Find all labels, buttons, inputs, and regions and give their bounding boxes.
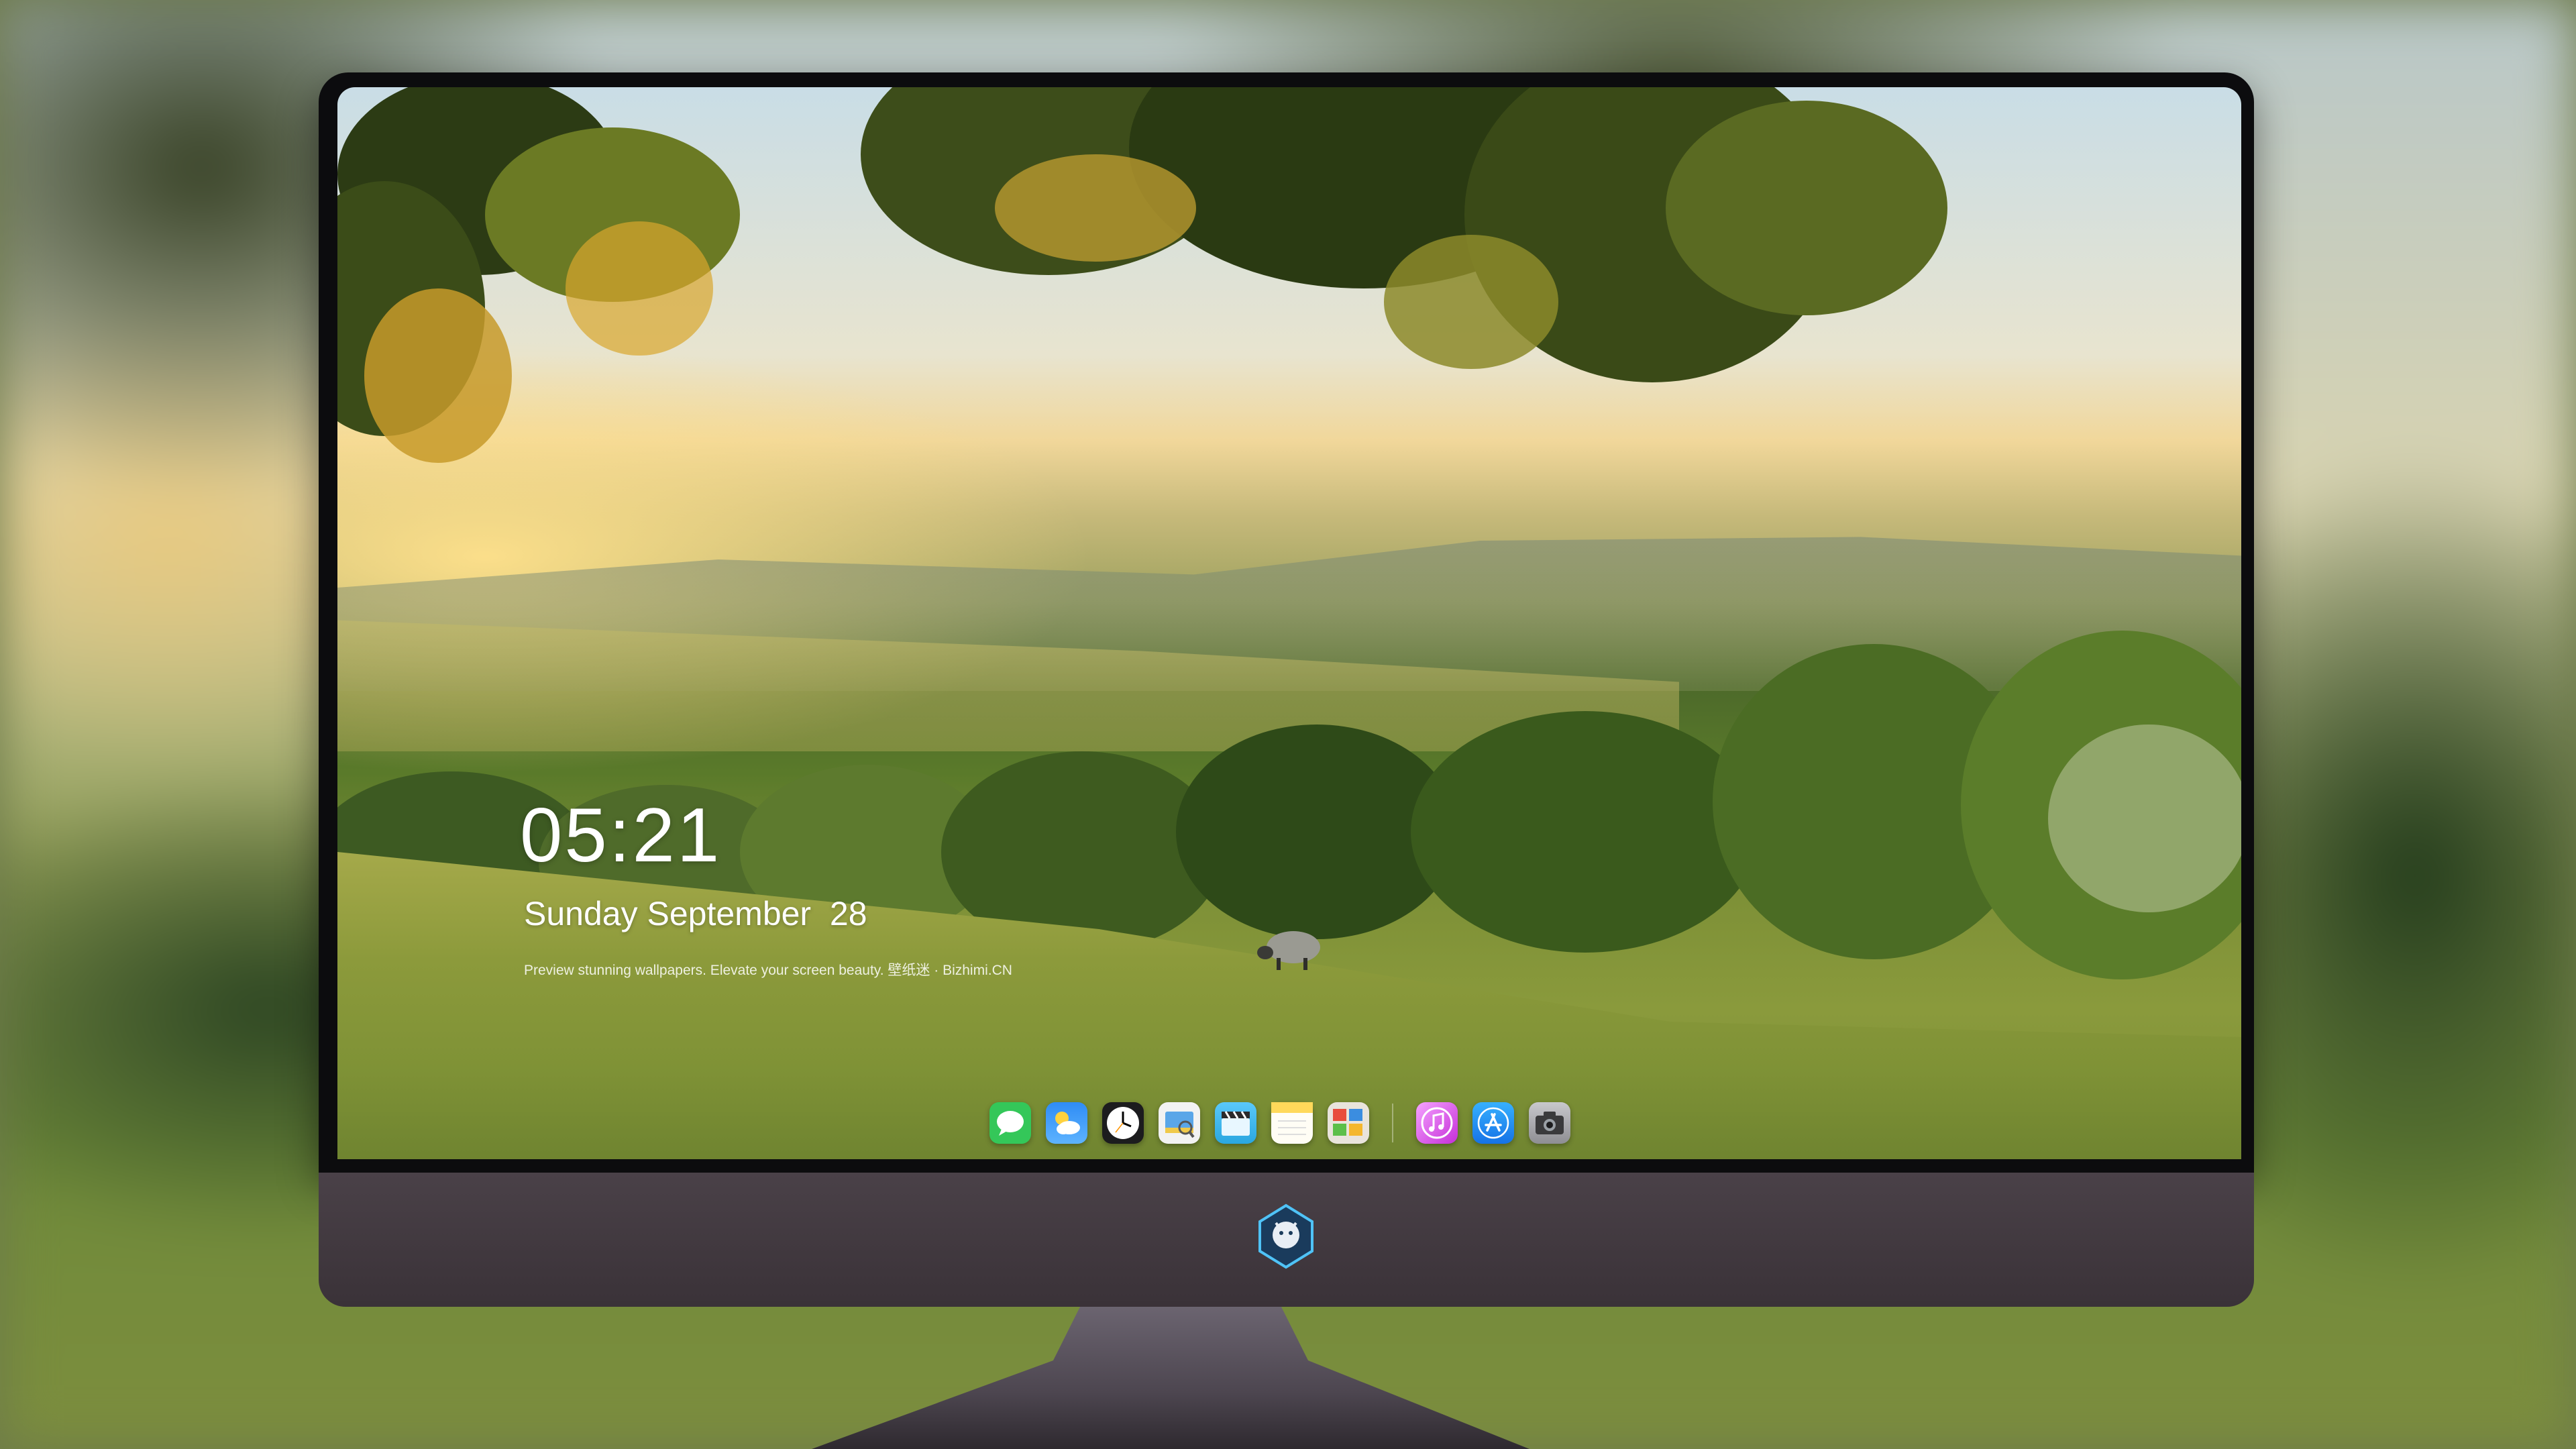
lock-date-day: 28 <box>829 895 867 932</box>
preview-icon[interactable] <box>1159 1102 1200 1144</box>
dock-separator <box>1392 1104 1393 1142</box>
clips-icon[interactable] <box>1215 1102 1256 1144</box>
monitor: 05:21 Sunday September 28 Preview stunni… <box>319 72 2254 1307</box>
wallpaper-caption: Preview stunning wallpapers. Elevate you… <box>524 963 1012 978</box>
dock <box>975 1089 1592 1157</box>
monitor-stand <box>812 1307 1529 1449</box>
lock-date: Sunday September 28 <box>524 894 867 933</box>
sheep <box>1257 931 1320 970</box>
lock-clock-time: 05:21 <box>520 793 722 878</box>
notes-icon[interactable] <box>1271 1102 1313 1144</box>
desktop-screen: 05:21 Sunday September 28 Preview stunni… <box>337 87 2241 1159</box>
weather-icon[interactable] <box>1046 1102 1087 1144</box>
itunes-icon[interactable] <box>1416 1102 1458 1144</box>
app-store-icon[interactable] <box>1472 1102 1514 1144</box>
messages-icon[interactable] <box>989 1102 1031 1144</box>
lock-date-month: September <box>647 895 812 932</box>
camera-icon[interactable] <box>1529 1102 1570 1144</box>
brand-logo-icon <box>1258 1203 1313 1269</box>
photo-booth-icon[interactable] <box>1328 1102 1369 1144</box>
clock-icon[interactable] <box>1102 1102 1144 1144</box>
foliage-top <box>861 87 2001 449</box>
lock-date-weekday: Sunday <box>524 895 638 932</box>
foliage-left <box>337 87 834 530</box>
